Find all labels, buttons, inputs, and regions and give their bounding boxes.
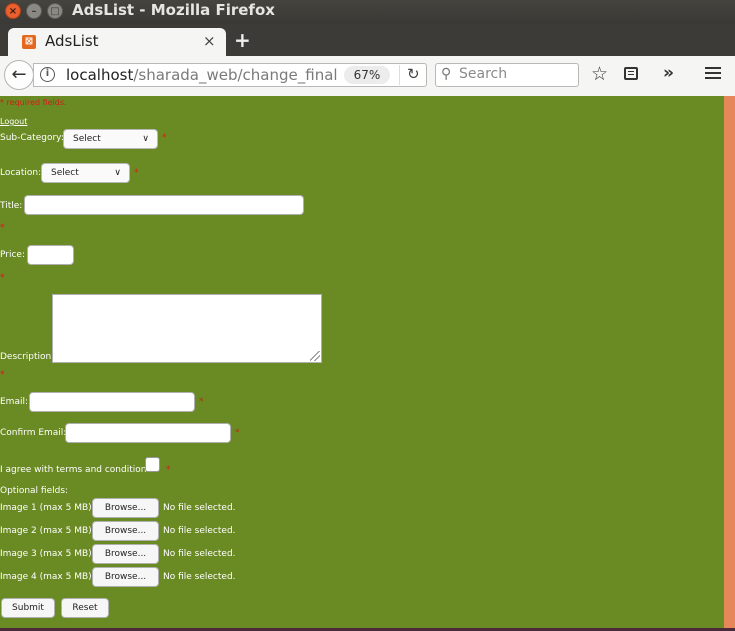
image-2-status: No file selected.	[163, 526, 236, 536]
window-close-button[interactable]: ×	[5, 3, 21, 19]
image-2-label: Image 2 (max 5 MB):	[0, 526, 95, 536]
email-input[interactable]	[29, 392, 195, 412]
resize-grip-icon[interactable]	[310, 351, 320, 361]
url-bar[interactable]: i localhost/sharada_web/change_final 67%…	[33, 63, 427, 87]
required-marker: *	[0, 370, 5, 380]
chevron-down-icon: ∨	[142, 134, 149, 144]
image-1-status: No file selected.	[163, 503, 236, 513]
page-content: * required fields. Logout Sub-Category: …	[0, 96, 724, 628]
image-2-browse-button[interactable]: Browse...	[92, 521, 159, 541]
required-marker: *	[166, 465, 171, 475]
xampp-favicon-icon: ⊠	[22, 35, 36, 49]
bookmark-star-icon[interactable]: ☆	[591, 64, 608, 84]
submit-button[interactable]: Submit	[1, 598, 55, 618]
logout-link[interactable]: Logout	[0, 117, 27, 126]
terms-checkbox[interactable]	[145, 457, 160, 472]
zoom-indicator[interactable]: 67%	[344, 66, 390, 84]
location-select[interactable]: Select ∨	[41, 163, 130, 183]
required-marker: *	[0, 223, 5, 233]
window-minimize-button[interactable]: –	[26, 3, 42, 19]
back-button[interactable]: ←	[4, 60, 34, 90]
window-title: AdsList - Mozilla Firefox	[72, 1, 275, 19]
overflow-chevron-icon[interactable]: »	[663, 63, 674, 83]
reader-view-icon[interactable]	[624, 67, 638, 80]
window-titlebar: × – □ AdsList - Mozilla Firefox	[0, 0, 735, 24]
price-input[interactable]	[27, 245, 74, 265]
search-bar[interactable]: ⚲ Search	[435, 63, 579, 87]
search-icon: ⚲	[441, 66, 452, 82]
chevron-down-icon: ∨	[114, 168, 121, 178]
image-4-status: No file selected.	[163, 572, 236, 582]
confirm-email-label: Confirm Email:	[0, 428, 67, 438]
window-maximize-button[interactable]: □	[47, 3, 63, 19]
title-label: Title:	[0, 201, 23, 211]
required-marker: *	[235, 428, 240, 438]
email-label: Email:	[0, 397, 29, 407]
tab-adslist[interactable]: ⊠ AdsList ×	[8, 28, 226, 56]
terms-label: I agree with terms and conditions	[0, 465, 152, 475]
image-4-browse-button[interactable]: Browse...	[92, 567, 159, 587]
image-3-browse-button[interactable]: Browse...	[92, 544, 159, 564]
description-textarea[interactable]	[52, 294, 322, 363]
required-fields-note: * required fields.	[0, 98, 67, 107]
url-path: /sharada_web/change_final	[133, 66, 338, 84]
confirm-email-input[interactable]	[65, 423, 231, 443]
required-marker: *	[162, 133, 167, 143]
image-3-status: No file selected.	[163, 549, 236, 559]
new-tab-button[interactable]: +	[234, 28, 251, 52]
price-label: Price:	[0, 250, 25, 260]
subcategory-select[interactable]: Select ∨	[63, 129, 158, 149]
image-4-label: Image 4 (max 5 MB):	[0, 572, 95, 582]
tab-strip: ⊠ AdsList ×	[0, 24, 735, 56]
required-marker: *	[0, 273, 5, 283]
reload-icon[interactable]: ↻	[399, 65, 420, 85]
subcategory-label: Sub-Category:	[0, 133, 64, 143]
title-input[interactable]	[24, 195, 304, 215]
tab-title: AdsList	[45, 32, 99, 50]
vertical-scrollbar[interactable]	[724, 96, 735, 628]
optional-fields-heading: Optional fields:	[0, 486, 69, 496]
required-marker: *	[199, 397, 204, 407]
navigation-toolbar: ← i localhost/sharada_web/change_final 6…	[0, 56, 735, 97]
image-1-browse-button[interactable]: Browse...	[92, 498, 159, 518]
location-label: Location:	[0, 168, 42, 178]
url-text[interactable]: localhost/sharada_web/change_final	[66, 66, 338, 84]
description-label: Description:	[0, 352, 55, 362]
search-placeholder: Search	[459, 66, 508, 82]
tab-close-icon[interactable]: ×	[203, 32, 216, 50]
hamburger-menu-icon[interactable]	[705, 67, 721, 69]
image-1-label: Image 1 (max 5 MB):	[0, 503, 95, 513]
site-info-icon[interactable]: i	[40, 67, 55, 82]
reset-button[interactable]: Reset	[61, 598, 109, 618]
image-3-label: Image 3 (max 5 MB):	[0, 549, 95, 559]
required-marker: *	[134, 168, 139, 178]
location-value: Select	[51, 168, 79, 178]
subcategory-value: Select	[73, 134, 101, 144]
url-host: localhost	[66, 66, 134, 84]
